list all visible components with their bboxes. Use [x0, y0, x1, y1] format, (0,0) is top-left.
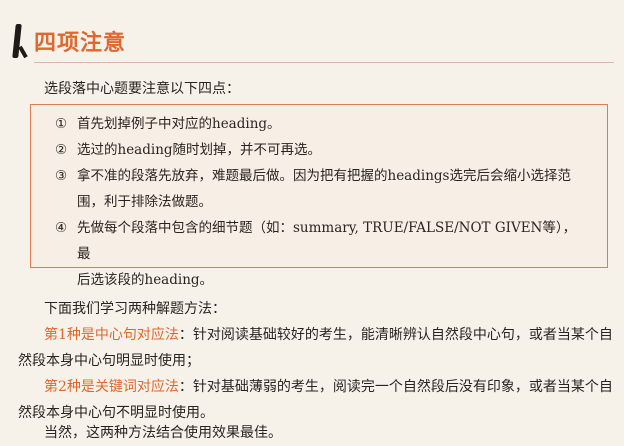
conclusion-text: 当然，这两种方法结合使用效果最佳。 [44, 425, 282, 441]
note-text-line: 先做每个段落中包含的细节题（如：summary, TRUE/FALSE/NOT … [77, 220, 577, 262]
note-number: ③ [55, 168, 68, 184]
intro-text: 选段落中心题要注意以下四点： [44, 81, 240, 97]
note-item: ② 选过的heading随时划掉，并不可再选。 [55, 137, 589, 163]
note-number: ④ [55, 220, 68, 236]
method-1-label: 第1种是 [44, 327, 95, 343]
section-title: 四项注意 [34, 31, 127, 56]
note-text: 选过的heading随时划掉，并不可再选。 [77, 142, 322, 158]
section-marker-icon [10, 24, 28, 59]
method-2-desc: ：针对基础薄弱的考生，阅读完一个自然段后没有印象，或者当某个自 [178, 379, 613, 395]
method-2-name: 关键词对应法 [94, 379, 179, 395]
method-1-name: 中心句对应法 [94, 327, 179, 343]
title-divider [34, 62, 614, 63]
notes-box: ① 首先划掉例子中对应的heading。 ② 选过的heading随时划掉，并不… [30, 104, 608, 288]
method-1-desc: ：针对阅读基础较好的考生，能清晰辨认自然段中心句，或者当某个自 [178, 327, 613, 343]
method-1-paragraph: 第1种是中心句对应法：针对阅读基础较好的考生，能清晰辨认自然段中心句，或者当某个… [18, 322, 618, 374]
note-item: ④ 先做每个段落中包含的细节题（如：summary, TRUE/FALSE/NO… [55, 215, 589, 293]
note-text-line: 拿不准的段落先放弃，难题最后做。因为把有把握的headings选完后会缩小选择范 [77, 168, 571, 184]
method-2-paragraph: 第2种是关键词对应法：针对基础薄弱的考生，阅读完一个自然段后没有印象，或者当某个… [18, 374, 618, 426]
note-text: 首先划掉例子中对应的heading。 [77, 116, 281, 132]
method-2-desc-cont: 然段本身中心句不明显时使用。 [18, 405, 214, 421]
note-number: ② [55, 142, 68, 158]
note-item: ① 首先划掉例子中对应的heading。 [55, 111, 589, 137]
method-1-desc-cont: 然段本身中心句明显时使用； [18, 353, 200, 369]
note-item: ③ 拿不准的段落先放弃，难题最后做。因为把有把握的headings选完后会缩小选… [55, 163, 589, 215]
note-text-line: 后选该段的heading。 [77, 272, 214, 288]
method-2-label: 第2种是 [44, 379, 95, 395]
section-header: 四项注意 [10, 24, 127, 59]
note-text-line: 围，利于排除法做题。 [77, 194, 212, 210]
note-number: ① [55, 116, 68, 132]
methods-intro: 下面我们学习两种解题方法： [44, 301, 226, 317]
